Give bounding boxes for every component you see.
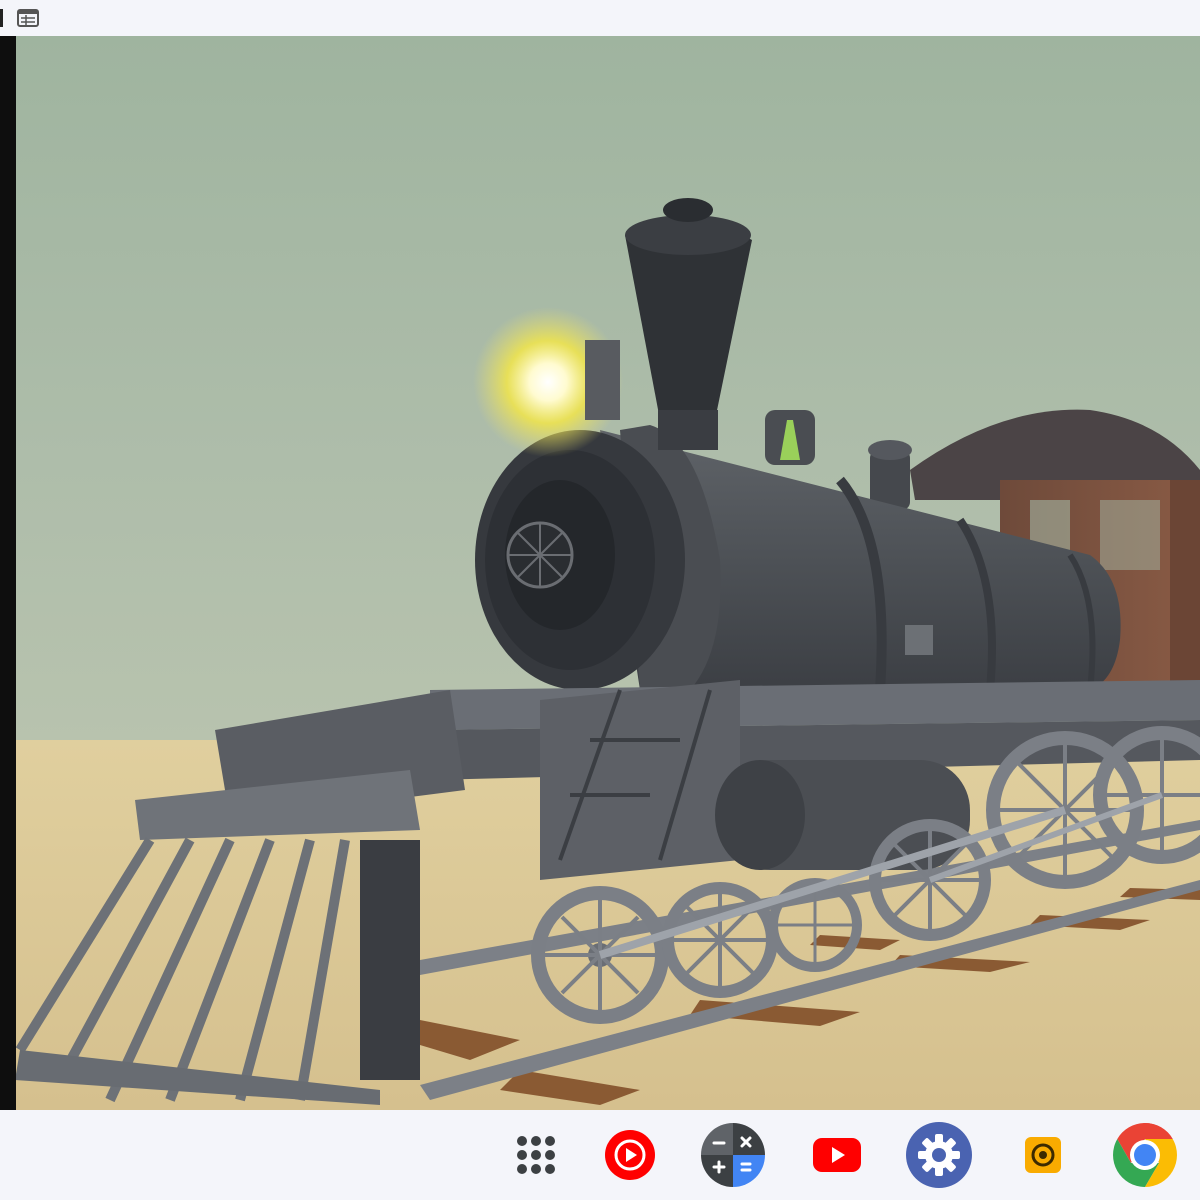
window-icon[interactable]	[17, 9, 39, 27]
chrome-icon	[1113, 1123, 1177, 1187]
steam-dome	[868, 440, 912, 510]
calculator-icon	[701, 1123, 765, 1187]
camera-icon	[1025, 1137, 1061, 1173]
window-edge-mark	[0, 9, 3, 27]
camera-button[interactable]	[1010, 1122, 1076, 1188]
settings-gear-icon	[906, 1122, 972, 1188]
calculator-button[interactable]	[700, 1122, 766, 1188]
chrome-button[interactable]	[1112, 1122, 1178, 1188]
settings-button[interactable]	[906, 1122, 972, 1188]
smokebox-front	[475, 430, 685, 690]
youtube-button[interactable]	[804, 1122, 870, 1188]
left-window-border	[0, 36, 16, 1110]
top-bar	[0, 0, 1200, 36]
youtube-icon	[813, 1138, 861, 1172]
bell	[765, 410, 815, 465]
game-viewport[interactable]	[0, 36, 1200, 1110]
youtube-music-icon	[605, 1130, 655, 1180]
youtube-music-button[interactable]	[597, 1122, 663, 1188]
launcher-button[interactable]	[503, 1122, 569, 1188]
launcher-grid-icon	[517, 1136, 555, 1174]
locomotive-scene	[0, 36, 1200, 1110]
